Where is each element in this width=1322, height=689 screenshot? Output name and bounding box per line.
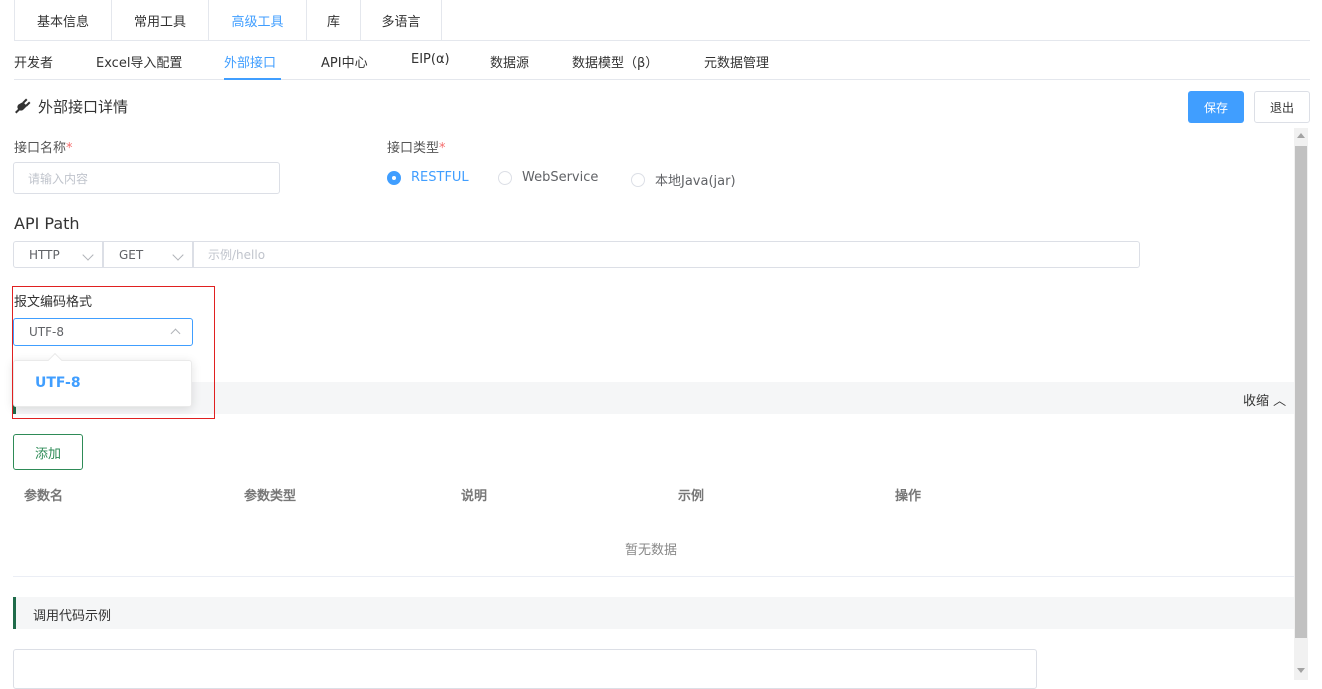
col-description: 说明 [461, 489, 488, 504]
chevron-down-icon [82, 249, 94, 261]
code-section-title: 调用代码示例 [33, 609, 112, 624]
page-title: 外部接口详情 [38, 98, 129, 116]
tab-divider [14, 40, 1310, 41]
subtab-data-model[interactable]: 数据模型（β） [572, 52, 658, 71]
col-param-type: 参数类型 [244, 489, 297, 504]
radio-local-java[interactable]: 本地Java(jar) [631, 170, 736, 189]
top-tab-bar: 基本信息 常用工具 高级工具 库 多语言 [14, 0, 442, 41]
path-input[interactable]: 示例/hello [193, 241, 1140, 268]
tab-multilang[interactable]: 多语言 [360, 0, 442, 41]
scrollbar-thumb[interactable] [1295, 146, 1307, 638]
subtab-eip[interactable]: EIP(α) [411, 52, 450, 67]
highlight-box [12, 286, 215, 419]
subtab-metadata[interactable]: 元数据管理 [704, 52, 769, 71]
tab-basic-info[interactable]: 基本信息 [14, 0, 111, 41]
scroll-down-icon[interactable] [1297, 668, 1305, 673]
subtab-divider [14, 79, 1310, 80]
subtab-external-api[interactable]: 外部接口 [224, 52, 276, 71]
radio-restful[interactable]: RESTFUL [387, 170, 469, 185]
tab-library[interactable]: 库 [306, 0, 360, 41]
section-accent [13, 597, 16, 629]
chevron-down-icon [172, 249, 184, 261]
radio-dot [498, 170, 512, 185]
col-example: 示例 [678, 489, 705, 504]
save-button[interactable]: 保存 [1188, 91, 1244, 123]
radio-dot [387, 170, 401, 185]
subtab-developer[interactable]: 开发者 [14, 52, 53, 71]
empty-table-text: 暂无数据 [625, 543, 678, 558]
scroll-up-icon[interactable] [1297, 133, 1305, 138]
radio-webservice[interactable]: WebService [498, 170, 598, 185]
code-example-box[interactable] [13, 649, 1037, 689]
exit-button[interactable]: 退出 [1254, 91, 1310, 123]
active-subtab-indicator [224, 78, 281, 80]
col-param-name: 参数名 [24, 489, 64, 504]
subtab-datasource[interactable]: 数据源 [490, 52, 529, 71]
code-section-header: 调用代码示例 [13, 597, 1294, 629]
tab-common-tools[interactable]: 常用工具 [111, 0, 208, 41]
name-field-label: 接口名称* [14, 141, 73, 156]
method-select[interactable]: GET [103, 241, 193, 268]
tab-advanced-tools[interactable]: 高级工具 [208, 0, 306, 41]
api-path-label: API Path [14, 214, 80, 233]
plug-icon [15, 98, 31, 114]
type-field-label: 接口类型* [387, 141, 446, 156]
subtab-api-center[interactable]: API中心 [321, 52, 368, 71]
name-input[interactable]: 请输入内容 [13, 162, 280, 194]
subtab-excel-import[interactable]: Excel导入配置 [96, 52, 182, 71]
collapse-toggle[interactable]: 收缩 ︿ [1243, 390, 1286, 409]
radio-dot [631, 172, 645, 187]
protocol-select[interactable]: HTTP [13, 241, 103, 268]
add-param-button[interactable]: 添加 [13, 434, 83, 470]
table-divider [13, 576, 1294, 577]
col-actions: 操作 [895, 489, 922, 504]
